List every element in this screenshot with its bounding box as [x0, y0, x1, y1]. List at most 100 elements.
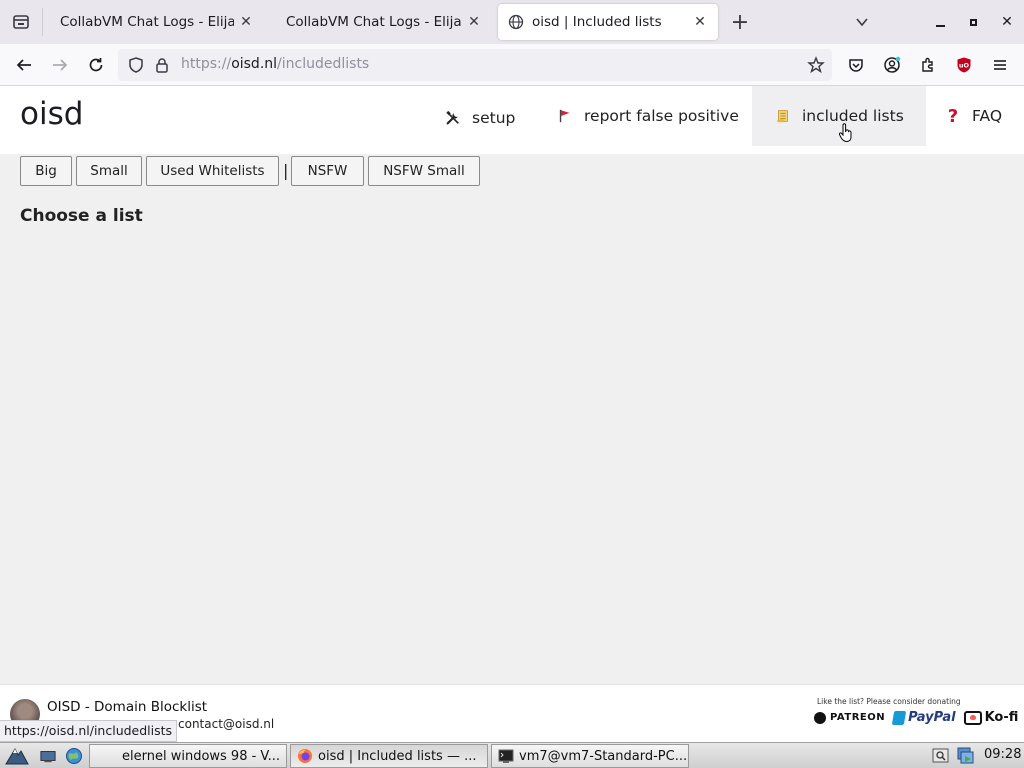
start-menu-button[interactable]: [2, 745, 32, 767]
list-button-big[interactable]: Big: [20, 156, 72, 186]
start-icon: [5, 747, 29, 765]
desktop-icon: [40, 751, 56, 763]
tools-icon: [444, 109, 462, 127]
site-logo[interactable]: oisd: [20, 96, 83, 132]
close-icon[interactable]: ✕: [234, 10, 258, 34]
tab-collabvm-2[interactable]: CollabVM Chat Logs - Elijahr's ✕: [272, 4, 492, 40]
reload-icon: [89, 58, 103, 72]
url-text[interactable]: https://oisd.nl/includedlists: [181, 56, 369, 72]
hand-cursor-icon: [838, 123, 852, 143]
os-taskbar: elernel windows 98 - V... oisd | Include…: [0, 742, 1024, 768]
site-header: oisd setup report false positive include…: [0, 86, 1024, 154]
navigation-toolbar: https://oisd.nl/includedlists uO: [0, 44, 1024, 86]
close-icon[interactable]: ✕: [688, 10, 712, 34]
nav-setup[interactable]: setup: [444, 88, 515, 148]
tab-title: oisd | Included lists: [532, 14, 662, 30]
nav-setup-label: setup: [472, 109, 516, 127]
arrow-left-icon: [16, 59, 31, 71]
nav-report-label: report false positive: [584, 107, 739, 125]
tab-collabvm-1[interactable]: CollabVM Chat Logs - Elijahr's ✕: [46, 4, 264, 40]
globe-icon: [508, 14, 524, 30]
show-desktop-button[interactable]: [38, 746, 58, 766]
patreon-label: PATREON: [830, 712, 886, 723]
reload-button[interactable]: [81, 51, 111, 79]
donate-links: PATREON PayPal Ko-fi: [814, 710, 1018, 725]
nav-report-false-positive[interactable]: report false positive: [556, 86, 739, 146]
page-heading: Choose a list: [20, 206, 143, 226]
terminal-icon: [498, 749, 514, 763]
list-all-tabs-button[interactable]: [848, 8, 876, 36]
pocket-icon: [849, 59, 863, 72]
nav-faq[interactable]: ? FAQ: [944, 86, 1002, 146]
taskbar-item-firefox[interactable]: oisd | Included lists — ...: [290, 744, 488, 768]
tab-strip: CollabVM Chat Logs - Elijahr's ✕ CollabV…: [0, 0, 1024, 44]
url-host: oisd.nl: [231, 56, 278, 72]
tab-oisd[interactable]: oisd | Included lists ✕: [498, 4, 718, 40]
firefox-view-icon: [13, 15, 29, 29]
list-button-nsfw-small[interactable]: NSFW Small: [368, 156, 480, 186]
menu-button[interactable]: [985, 51, 1015, 79]
url-bar[interactable]: https://oisd.nl/includedlists: [118, 49, 832, 81]
forward-button[interactable]: [45, 51, 75, 79]
tab-title: CollabVM Chat Logs - Elijahr's: [286, 14, 462, 30]
puzzle-icon: [922, 57, 933, 72]
chevron-down-icon: [856, 18, 868, 27]
paypal-link[interactable]: PayPal: [891, 710, 956, 725]
taskbar-item-label: oisd | Included lists — ...: [318, 748, 477, 764]
main-content: Big Small Used Whitelists | NSFW NSFW Sm…: [0, 154, 1024, 684]
hamburger-menu-icon: [994, 60, 1006, 70]
close-icon[interactable]: ✕: [462, 10, 486, 34]
globe-icon: [66, 748, 82, 764]
footer-email-link[interactable]: contact@oisd.nl: [178, 717, 274, 731]
arrow-right-icon: [53, 59, 68, 71]
ublock-origin-icon: uO: [957, 57, 971, 73]
taskbar-item-label: elernel windows 98 - V...: [122, 748, 281, 764]
patreon-icon: [814, 711, 826, 724]
kofi-link[interactable]: Ko-fi: [963, 710, 1019, 725]
account-button[interactable]: [877, 51, 907, 79]
back-button[interactable]: [9, 51, 39, 79]
minimize-icon: [935, 25, 945, 27]
taskbar-item-terminal[interactable]: vm7@vm7-Standard-PC...: [491, 744, 689, 768]
scroll-icon: [774, 107, 792, 125]
patreon-link[interactable]: PATREON: [814, 711, 886, 724]
extensions-button[interactable]: [913, 51, 943, 79]
footer-title: OISD - Domain Blocklist: [47, 699, 208, 715]
network-tray-icon[interactable]: [956, 747, 974, 765]
taskbar-item-label: vm7@vm7-Standard-PC...: [519, 748, 688, 764]
shield-icon[interactable]: [127, 56, 145, 74]
paypal-icon: [891, 710, 907, 725]
pocket-button[interactable]: [841, 51, 871, 79]
close-icon: ✕: [1001, 14, 1013, 30]
kofi-cup-icon: [963, 710, 982, 725]
firefox-view-button[interactable]: [0, 0, 42, 44]
taskbar-clock[interactable]: 09:28: [984, 747, 1021, 762]
paypal-label: PayPal: [908, 710, 956, 725]
list-separator: |: [283, 161, 289, 180]
list-button-used-whitelists[interactable]: Used Whitelists: [146, 156, 279, 186]
lock-icon[interactable]: [153, 56, 171, 74]
list-button-small[interactable]: Small: [76, 156, 142, 186]
donate-text: Like the list? Please consider donating: [817, 697, 961, 706]
minimize-button[interactable]: [928, 10, 952, 34]
ublock-button[interactable]: uO: [949, 51, 979, 79]
new-tab-button[interactable]: +: [726, 8, 754, 36]
status-url-tooltip: https://oisd.nl/includedlists: [0, 720, 178, 742]
plus-icon: +: [730, 9, 750, 35]
tab-title: CollabVM Chat Logs - Elijahr's: [60, 14, 234, 30]
kofi-label: Ko-fi: [984, 710, 1019, 725]
question-icon: ?: [947, 105, 959, 127]
list-button-nsfw[interactable]: NSFW: [291, 156, 364, 186]
maximize-icon: [969, 18, 977, 26]
tab-separator: [42, 8, 43, 36]
close-window-button[interactable]: ✕: [995, 10, 1019, 34]
url-path: /includedlists: [277, 56, 370, 72]
nav-faq-label: FAQ: [972, 107, 1003, 125]
maximize-button[interactable]: [961, 10, 985, 34]
browser-launcher-button[interactable]: [64, 746, 84, 766]
search-tray-icon[interactable]: [932, 747, 950, 765]
svg-text:uO: uO: [959, 62, 970, 70]
taskbar-item-windows98[interactable]: elernel windows 98 - V...: [89, 744, 287, 768]
star-icon[interactable]: [807, 56, 825, 74]
firefox-icon: [298, 749, 312, 763]
